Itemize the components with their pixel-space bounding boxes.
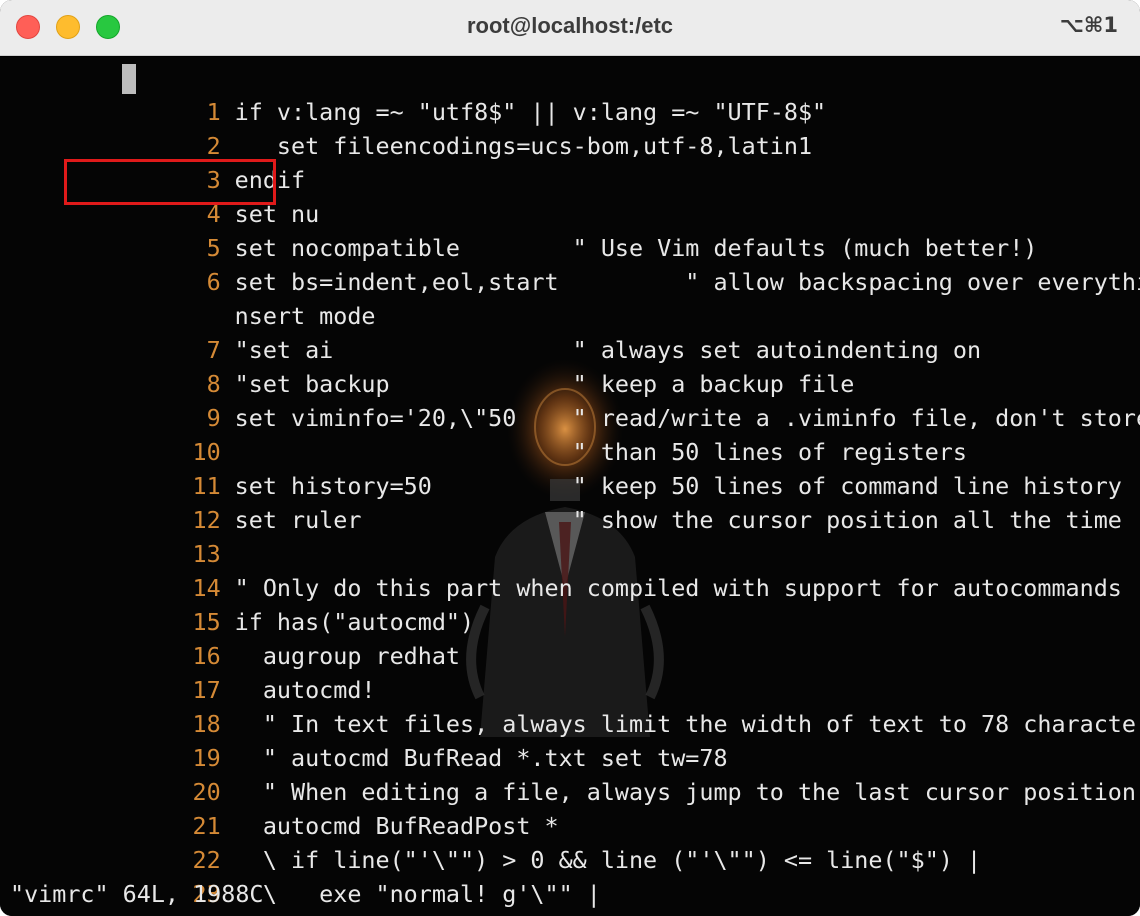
editor-line: 12 set ruler " show the cursor position a… <box>0 469 1122 534</box>
editor-line: 15 if has("autocmd") <box>0 571 475 636</box>
editor-line: 13 <box>0 503 235 568</box>
terminal-pane[interactable]: 1 if v:lang =~ "utf8$" || v:lang =~ "UTF-… <box>0 57 1140 916</box>
editor-line: 22 \ if line("'\"") > 0 && line ("'\"") … <box>0 809 982 874</box>
terminal-window: root@localhost:/etc ⌥⌘1 1 if v:lang =~ "… <box>0 0 1140 916</box>
editor-line: 11 set history=50 " keep 50 lines of comm… <box>0 435 1122 500</box>
editor-line: 7 "set ai " always set autoindenting on <box>0 299 981 364</box>
editor-line-wrap: nsert mode <box>0 265 376 330</box>
editor-line: 9 set viminfo='20,\"50 " read/write a .vi… <box>0 367 1140 432</box>
text-cursor <box>122 64 136 94</box>
window-title: root@localhost:/etc <box>466 13 674 38</box>
window-shortcut: ⌥⌘1 <box>1059 13 1118 37</box>
title-bar[interactable]: root@localhost:/etc ⌥⌘1 <box>0 0 1140 56</box>
editor-line: 23 \ exe "normal! g'\"" | <box>0 843 601 908</box>
editor-line: 6 set bs=indent,eol,start " allow backspa… <box>0 231 1140 296</box>
editor-line: 2 set fileencodings=ucs-bom,utf-8,latin1 <box>0 95 812 160</box>
editor-line: 20 " When editing a file, always jump to… <box>0 741 1136 806</box>
editor-line: 17 autocmd! <box>0 639 376 704</box>
annotation-highlight-box <box>64 159 276 205</box>
status-line: "vimrc" 64L, 1988C <box>10 880 264 908</box>
line-text: set fileencodings=ucs-bom,utf-8,latin1 <box>234 132 813 160</box>
line-text: \ exe "normal! g'\"" | <box>234 880 601 908</box>
editor-line: 8 "set backup " keep a backup file <box>0 333 855 398</box>
editor-line: 16 augroup redhat <box>0 605 461 670</box>
editor-line: 3 endif <box>0 129 306 194</box>
editor-line: 18 " In text files, always limit the wid… <box>0 673 1140 738</box>
editor-line: 14 " Only do this part when compiled with… <box>0 537 1122 602</box>
editor-line: 19 " autocmd BufRead *.txt set tw=78 <box>0 707 728 772</box>
line-text: set ruler " show the cursor position all… <box>234 506 1122 534</box>
editor-line: 10 " than 50 lines of registers <box>0 401 967 466</box>
editor-line: 21 autocmd BufReadPost * <box>0 775 559 840</box>
